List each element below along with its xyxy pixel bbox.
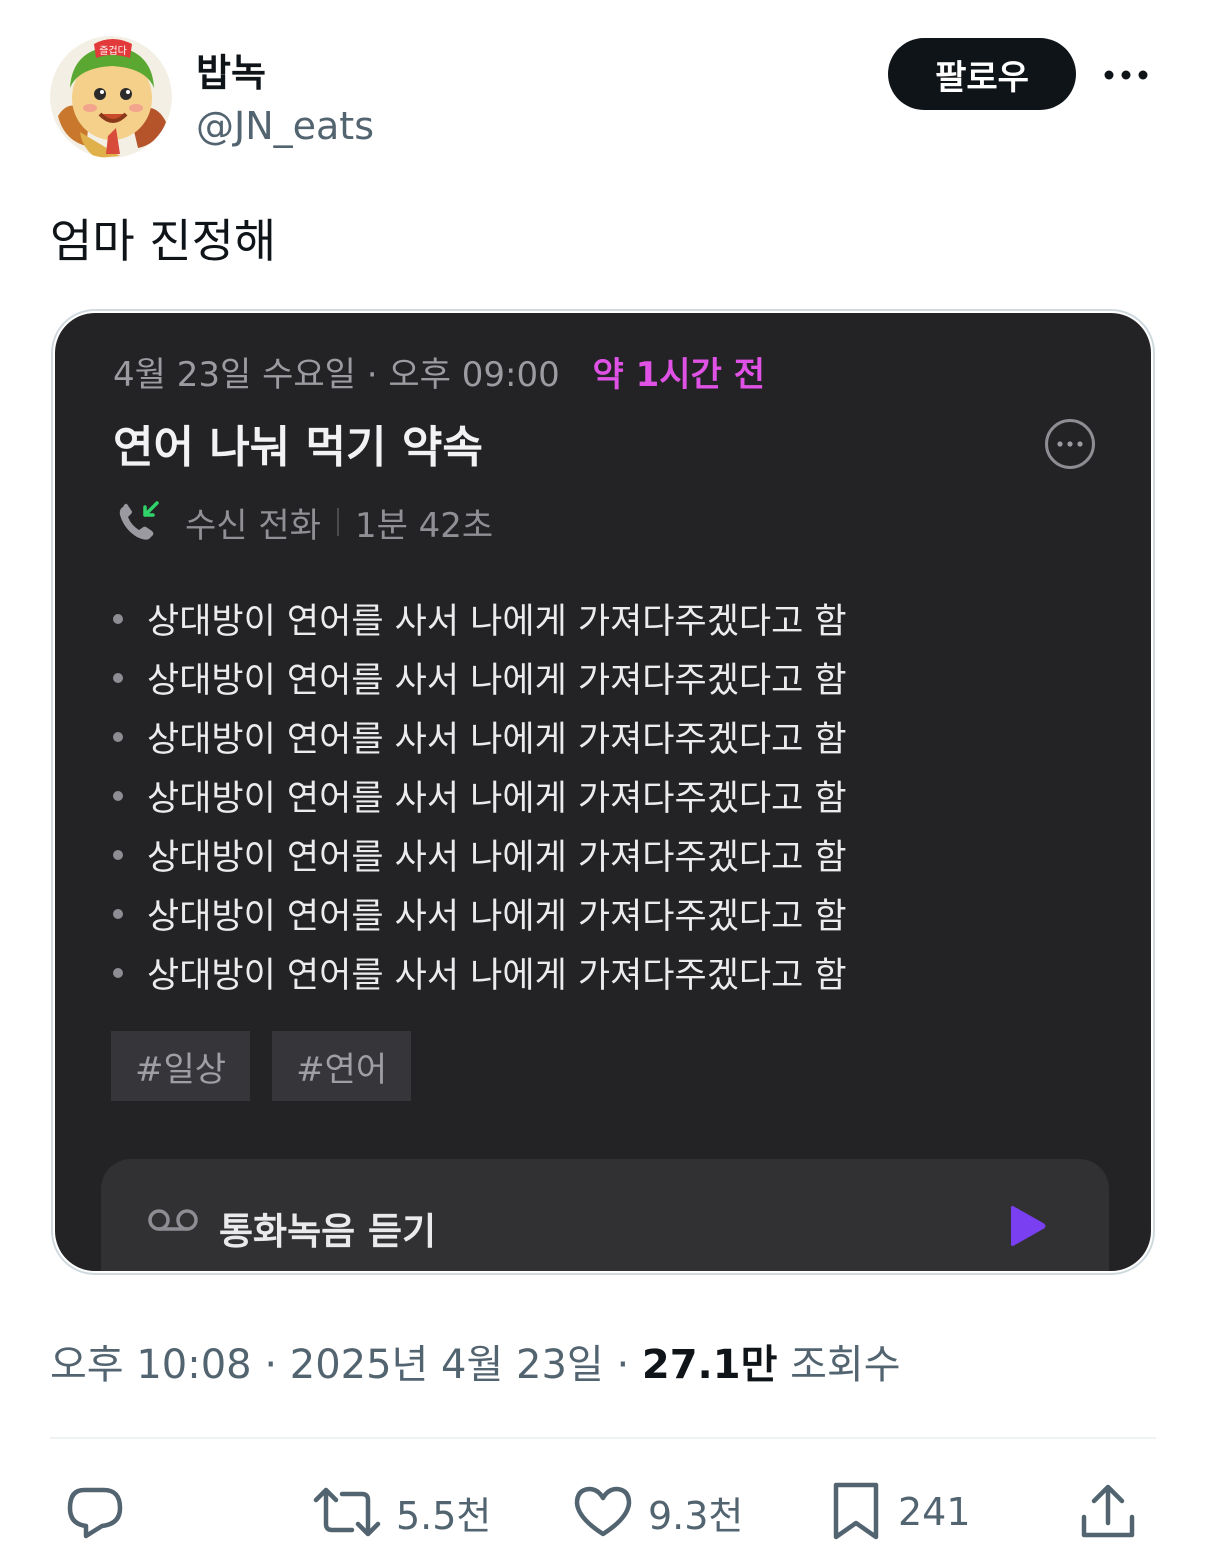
tweet-actions: 5.5천 9.3천 241	[50, 1474, 1156, 1550]
listen-recording-button[interactable]: 통화녹음 듣기	[101, 1159, 1109, 1271]
like-button[interactable]: 9.3천	[572, 1474, 743, 1550]
like-count: 9.3천	[648, 1493, 744, 1538]
share-icon	[1081, 1484, 1135, 1538]
tweet-date[interactable]: 2025년 4월 23일	[290, 1342, 604, 1388]
summary-item: 상대방이 연어를 사서 나에게 가져다주겠다고 함	[111, 825, 1091, 884]
more-horizontal-icon	[1057, 441, 1083, 447]
card-time: 오후 09:00	[388, 355, 560, 395]
summary-item-text: 상대방이 연어를 사서 나에게 가져다주겠다고 함	[147, 838, 847, 878]
summary-item: 상대방이 연어를 사서 나에게 가져다주겠다고 함	[111, 943, 1091, 1002]
tweet-text: 엄마 진정해	[50, 214, 277, 268]
bullet-dot	[113, 967, 123, 978]
summary-item-text: 상대방이 연어를 사서 나에게 가져다주겠다고 함	[147, 661, 847, 701]
bullet-dot	[113, 908, 123, 919]
tweet-media[interactable]: 4월 23일 수요일 · 오후 09:00 약 1시간 전 연어 나눠 먹기 약…	[51, 309, 1155, 1275]
more-horizontal-icon	[1104, 70, 1148, 80]
incoming-call-icon	[119, 501, 159, 540]
bullet-dot	[113, 613, 123, 624]
voicemail-icon	[148, 1209, 198, 1231]
summary-item: 상대방이 연어를 사서 나에게 가져다주겠다고 함	[111, 766, 1091, 825]
summary-item-text: 상대방이 연어를 사서 나에게 가져다주겠다고 함	[147, 956, 847, 996]
bookmark-button[interactable]: 241	[828, 1474, 971, 1550]
meta-separator: ·	[264, 1342, 290, 1388]
bullet-dot	[113, 849, 123, 860]
card-more-button[interactable]	[1045, 419, 1095, 469]
bullet-dot	[113, 731, 123, 742]
follow-button[interactable]: 팔로우	[888, 38, 1076, 110]
divider	[50, 1437, 1156, 1439]
retweet-icon	[313, 1487, 381, 1537]
views-count: 27.1만	[641, 1342, 778, 1388]
summary-item-text: 상대방이 연어를 사서 나에게 가져다주겠다고 함	[147, 720, 847, 760]
retweet-button[interactable]: 5.5천	[312, 1474, 491, 1550]
bullet-dot	[113, 672, 123, 683]
meta-separator: ·	[616, 1342, 642, 1388]
summary-item-text: 상대방이 연어를 사서 나에게 가져다주겠다고 함	[147, 602, 847, 642]
call-summary-card: 4월 23일 수요일 · 오후 09:00 약 1시간 전 연어 나눠 먹기 약…	[55, 313, 1151, 1271]
summary-item-text: 상대방이 연어를 사서 나에게 가져다주겠다고 함	[147, 897, 847, 937]
heart-icon	[574, 1486, 632, 1537]
summary-item: 상대방이 연어를 사서 나에게 가져다주겠다고 함	[111, 589, 1091, 648]
card-meta-line: 4월 23일 수요일 · 오후 09:00 약 1시간 전	[113, 347, 765, 396]
listen-recording-label: 통화녹음 듣기	[219, 1210, 437, 1253]
author-name[interactable]: 밥녹	[196, 42, 266, 97]
views-label: 조회수	[790, 1342, 901, 1388]
tweet-timestamp: 오후 10:08 · 2025년 4월 23일 · 27.1만 조회수	[50, 1332, 901, 1390]
avatar[interactable]: 즐겁다	[50, 36, 172, 158]
avatar-badge: 즐겁다	[99, 45, 127, 57]
card-relative-time: 약 1시간 전	[592, 355, 765, 395]
reply-icon	[67, 1487, 123, 1539]
bookmark-count: 241	[898, 1490, 971, 1534]
summary-item: 상대방이 연어를 사서 나에게 가져다주겠다고 함	[111, 707, 1091, 766]
call-type: 수신 전화	[185, 505, 321, 546]
card-date: 4월 23일 수요일	[113, 355, 356, 395]
tag-list: #일상 #연어	[111, 1031, 412, 1101]
call-duration: 1분 42초	[354, 505, 494, 546]
bookmark-icon	[833, 1482, 879, 1540]
avatar-illustration: 즐겁다	[50, 36, 172, 158]
reply-button[interactable]	[64, 1474, 126, 1550]
tag-salmon[interactable]: #연어	[272, 1031, 412, 1101]
share-button[interactable]	[1078, 1474, 1138, 1550]
bullet-dot	[113, 790, 123, 801]
meta-separator: ·	[366, 355, 389, 395]
play-icon	[1011, 1206, 1046, 1246]
tag-daily[interactable]: #일상	[111, 1031, 251, 1101]
tweet-header: 즐겁다 밥녹 @JN_eats 팔로우	[50, 36, 1156, 160]
call-divider	[336, 508, 339, 536]
card-title: 연어 나눠 먹기 약속	[113, 422, 483, 473]
summary-item: 상대방이 연어를 사서 나에게 가져다주겠다고 함	[111, 884, 1091, 943]
more-options-button[interactable]	[1100, 50, 1152, 100]
summary-list: 상대방이 연어를 사서 나에게 가져다주겠다고 함 상대방이 연어를 사서 나에…	[111, 589, 1091, 1002]
summary-item-text: 상대방이 연어를 사서 나에게 가져다주겠다고 함	[147, 779, 847, 819]
tweet-time[interactable]: 오후 10:08	[50, 1342, 252, 1388]
summary-item: 상대방이 연어를 사서 나에게 가져다주겠다고 함	[111, 648, 1091, 707]
retweet-count: 5.5천	[396, 1493, 492, 1538]
call-info-row: 수신 전화 1분 42초	[115, 499, 494, 546]
author-handle[interactable]: @JN_eats	[196, 104, 374, 148]
